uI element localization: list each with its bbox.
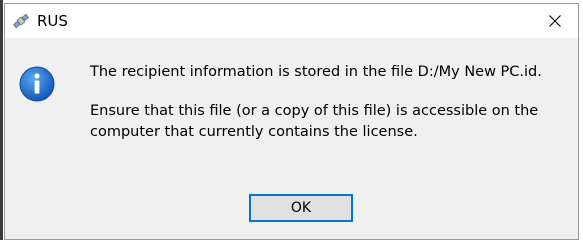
title-bar: RUS <box>5 4 578 38</box>
message-accessibility-note: Ensure that this file (or a copy of this… <box>90 103 539 140</box>
information-icon <box>19 66 55 102</box>
message-dialog: RUS The recipient information is stored … <box>4 3 579 240</box>
window-title: RUS <box>37 12 68 30</box>
background-window-edge <box>0 0 3 240</box>
close-icon <box>549 15 561 27</box>
close-button[interactable] <box>532 4 578 38</box>
dialog-content: The recipient information is stored in t… <box>5 38 578 239</box>
message-file-location: The recipient information is stored in t… <box>90 64 542 80</box>
dialog-message: The recipient information is stored in t… <box>90 62 570 161</box>
satellite-icon <box>12 12 30 30</box>
ok-button[interactable]: OK <box>249 194 353 222</box>
